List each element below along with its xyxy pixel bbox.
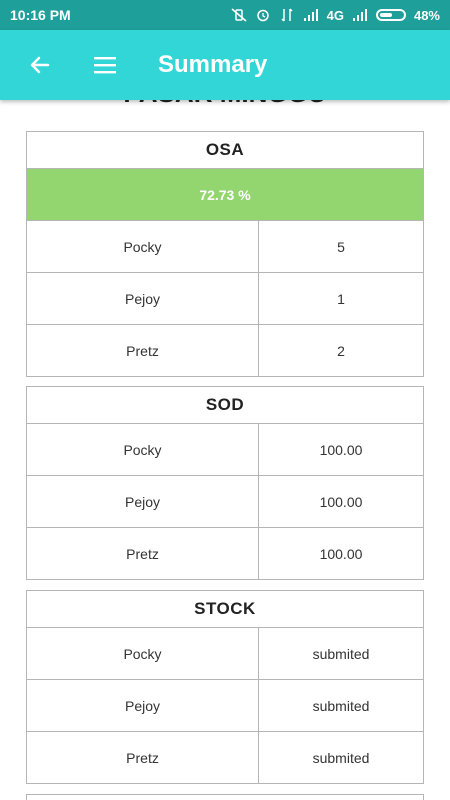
- stock-card: STOCK Pocky submited Pejoy submited Pret…: [26, 590, 424, 784]
- status-bar: 10:16 PM 4G 48%: [0, 0, 450, 30]
- product-name: Pejoy: [27, 273, 259, 324]
- status-icons: 4G 48%: [231, 8, 440, 23]
- alarm-icon: [256, 9, 269, 22]
- table-row: Pretz submited: [27, 732, 423, 783]
- product-name: Pretz: [27, 732, 259, 783]
- product-value: 5: [337, 238, 345, 255]
- menu-button[interactable]: [85, 45, 125, 85]
- back-button[interactable]: [20, 45, 60, 85]
- product-name: Pocky: [27, 628, 259, 679]
- product-name: Pretz: [27, 528, 259, 579]
- product-value: 100.00: [319, 441, 363, 458]
- table-row: Pretz 100.00: [27, 528, 423, 579]
- data-transfer-icon: [281, 8, 293, 22]
- osa-title: OSA: [27, 132, 423, 169]
- battery-icon: [375, 9, 406, 21]
- product-name: Pocky: [27, 221, 259, 272]
- hamburger-menu-icon: [94, 57, 116, 74]
- table-row: Pocky 5: [27, 221, 423, 273]
- osa-percentage: 72.73 %: [27, 169, 423, 221]
- arrow-back-icon: [30, 56, 50, 74]
- page-title: Summary: [158, 51, 268, 78]
- product-name: Pretz: [27, 325, 259, 376]
- product-value: 2: [337, 342, 345, 359]
- sod-title: SOD: [27, 387, 423, 424]
- table-row: Pejoy 100.00: [27, 476, 423, 528]
- signal-icon-2: [352, 9, 367, 21]
- product-name: Pejoy: [27, 476, 259, 527]
- product-value: submited: [312, 697, 370, 714]
- next-card-partial: [26, 794, 424, 800]
- vibrate-off-icon: [231, 8, 247, 22]
- product-value: 100.00: [319, 493, 363, 510]
- osa-card: OSA 72.73 % Pocky 5 Pejoy 1 Pretz 2: [26, 131, 424, 377]
- status-time: 10:16 PM: [10, 7, 71, 23]
- stock-title: STOCK: [27, 591, 423, 628]
- product-value: submited: [312, 645, 370, 662]
- product-value: submited: [312, 749, 370, 766]
- product-value: 1: [337, 290, 345, 307]
- app-bar: Summary: [0, 30, 450, 100]
- summary-content[interactable]: PASAR MINGGU OSA 72.73 % Pocky 5 Pejoy 1…: [0, 100, 450, 800]
- store-heading: PASAR MINGGU: [0, 100, 450, 109]
- battery-level: 48%: [413, 7, 440, 23]
- product-name: Pejoy: [27, 680, 259, 731]
- network-type: 4G: [326, 7, 344, 23]
- signal-icon: [303, 9, 318, 21]
- table-row: Pejoy submited: [27, 680, 423, 732]
- table-row: Pejoy 1: [27, 273, 423, 325]
- sod-card: SOD Pocky 100.00 Pejoy 100.00 Pretz 100.…: [26, 386, 424, 580]
- product-value: 100.00: [319, 545, 363, 562]
- table-row: Pocky 100.00: [27, 424, 423, 476]
- table-row: Pocky submited: [27, 628, 423, 680]
- table-row: Pretz 2: [27, 325, 423, 376]
- product-name: Pocky: [27, 424, 259, 475]
